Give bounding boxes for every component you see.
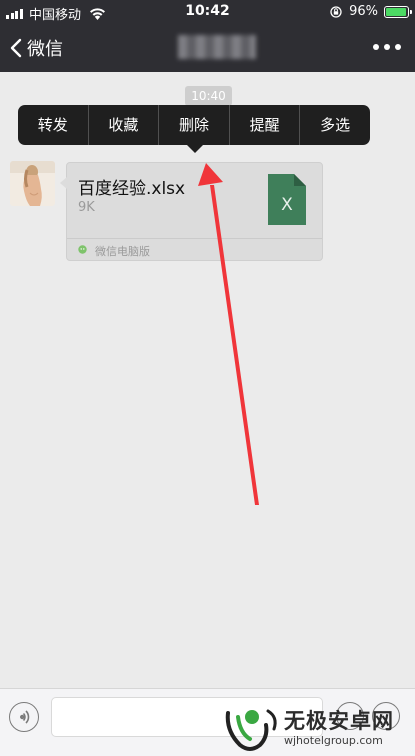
more-dot	[373, 44, 379, 50]
card-divider	[67, 238, 322, 239]
battery-fill	[386, 7, 407, 16]
file-message-card[interactable]: 百度经验.xlsx 9K X 微信电脑版	[60, 162, 323, 261]
voice-icon	[20, 710, 30, 724]
avatar-image	[10, 161, 55, 206]
watermark-url: wjhotelgroup.com	[284, 734, 383, 747]
menu-item-forward[interactable]: 转发	[18, 105, 89, 145]
nav-bar: 微信	[0, 24, 415, 72]
watermark-logo-icon	[225, 709, 277, 751]
orientation-lock-icon	[330, 5, 342, 18]
voice-button[interactable]	[9, 702, 39, 732]
menu-caret	[186, 144, 204, 153]
status-bar: 中国移动 10:42 96%	[0, 0, 415, 24]
file-name: 百度经验.xlsx	[78, 179, 186, 199]
battery-percent: 96%	[349, 4, 378, 19]
wechat-pc-icon	[78, 245, 87, 254]
more-button[interactable]	[373, 40, 401, 54]
file-size: 9K	[78, 200, 95, 215]
excel-icon-letter: X	[281, 195, 293, 215]
chevron-left-icon	[10, 38, 22, 58]
menu-item-favorite[interactable]: 收藏	[89, 105, 160, 145]
menu-item-multiselect[interactable]: 多选	[300, 105, 370, 145]
more-dot	[384, 44, 390, 50]
battery-icon	[384, 5, 412, 18]
chat-title-blurred	[178, 35, 256, 59]
more-dot	[395, 44, 401, 50]
avatar[interactable]	[10, 161, 55, 206]
back-button[interactable]: 微信	[10, 35, 63, 61]
excel-file-icon: X	[268, 174, 306, 225]
status-right: 96%	[330, 4, 412, 19]
back-label: 微信	[27, 39, 63, 60]
site-watermark: 无极安卓网 wjhotelgroup.com	[224, 703, 410, 753]
message-source: 微信电脑版	[95, 245, 150, 258]
watermark-title: 无极安卓网	[284, 709, 394, 733]
menu-item-delete[interactable]: 删除	[159, 105, 230, 145]
message-timestamp: 10:40	[185, 86, 232, 106]
header: 中国移动 10:42 96% 微信	[0, 0, 415, 72]
message-context-menu: 转发 收藏 删除 提醒 多选	[18, 105, 370, 145]
menu-item-remind[interactable]: 提醒	[230, 105, 301, 145]
